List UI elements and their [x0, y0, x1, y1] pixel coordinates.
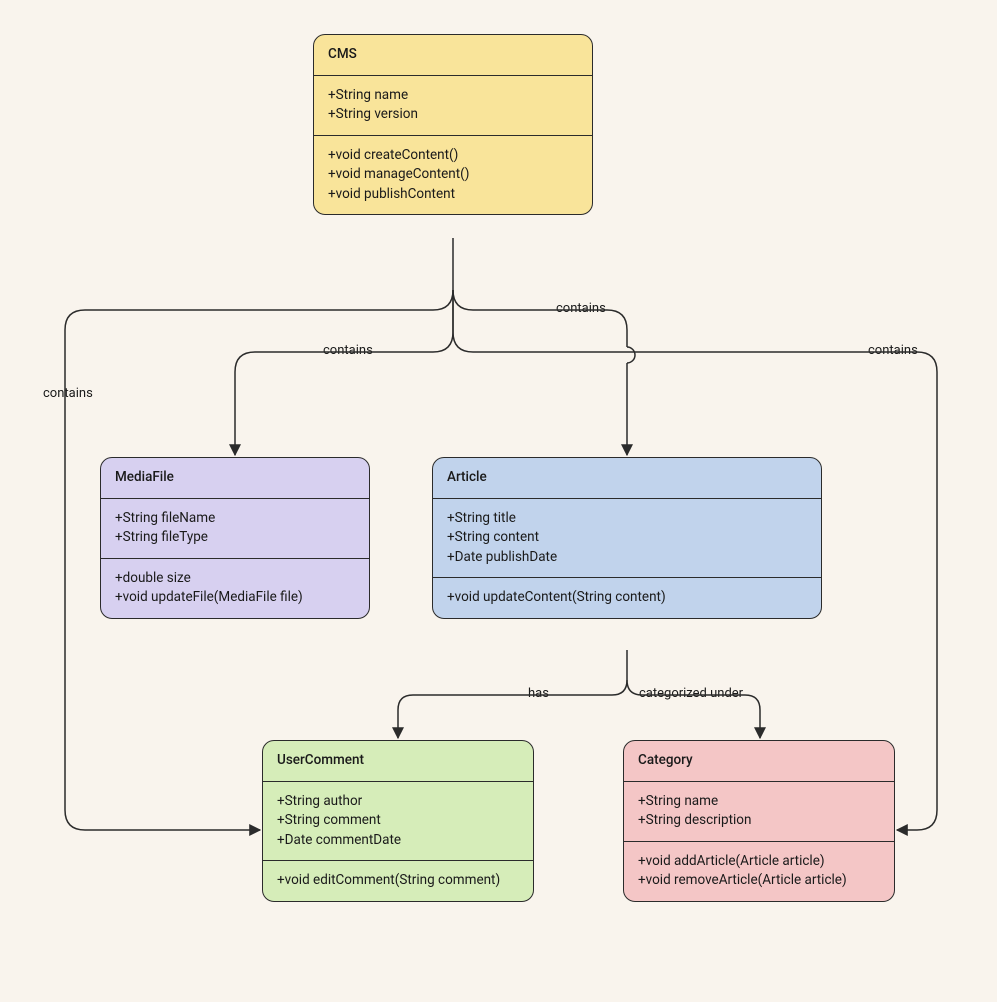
attr: +String version — [328, 105, 578, 125]
class-article: Article +String title +String content +D… — [432, 457, 822, 619]
attr: +String name — [638, 792, 880, 812]
method: +void updateContent(String content) — [447, 588, 807, 608]
class-usercomment-methods: +void editComment(String comment) — [263, 861, 533, 901]
edge-label-cms-category: contains — [865, 343, 921, 358]
attr: +String title — [447, 509, 807, 529]
edge-label-article-category: categorized under — [636, 686, 746, 701]
class-mediafile-methods: +double size +void updateFile(MediaFile … — [101, 559, 369, 618]
attr: +Date publishDate — [447, 548, 807, 568]
class-article-title: Article — [433, 458, 821, 499]
class-mediafile-attrs: +String fileName +String fileType — [101, 499, 369, 559]
class-mediafile-title: MediaFile — [101, 458, 369, 499]
attr: +String content — [447, 528, 807, 548]
edge-label-cms-usercomment: contains — [40, 386, 96, 401]
attr: +Date commentDate — [277, 831, 519, 851]
class-article-methods: +void updateContent(String content) — [433, 578, 821, 618]
attr: +String name — [328, 86, 578, 106]
class-category-attrs: +String name +String description — [624, 782, 894, 842]
class-cms-methods: +void createContent() +void manageConten… — [314, 136, 592, 215]
class-category-methods: +void addArticle(Article article) +void … — [624, 842, 894, 901]
class-mediafile: MediaFile +String fileName +String fileT… — [100, 457, 370, 619]
class-cms-attrs: +String name +String version — [314, 76, 592, 136]
class-usercomment-title: UserComment — [263, 741, 533, 782]
class-cms: CMS +String name +String version +void c… — [313, 34, 593, 215]
class-category-title: Category — [624, 741, 894, 782]
edge-label-cms-mediafile: contains — [320, 343, 376, 358]
method: +void addArticle(Article article) — [638, 852, 880, 872]
class-category: Category +String name +String descriptio… — [623, 740, 895, 902]
method: +void removeArticle(Article article) — [638, 871, 880, 891]
class-article-attrs: +String title +String content +Date publ… — [433, 499, 821, 579]
attr: +String fileType — [115, 528, 355, 548]
attr: +String fileName — [115, 509, 355, 529]
edge-label-cms-article: contains — [553, 301, 609, 316]
method: +double size — [115, 569, 355, 589]
attr: +String author — [277, 792, 519, 812]
class-usercomment-attrs: +String author +String comment +Date com… — [263, 782, 533, 862]
method: +void editComment(String comment) — [277, 871, 519, 891]
edge-label-article-usercomment: has — [525, 686, 552, 701]
attr: +String comment — [277, 811, 519, 831]
method: +void manageContent() — [328, 165, 578, 185]
class-cms-title: CMS — [314, 35, 592, 76]
method: +void publishContent — [328, 185, 578, 205]
method: +void createContent() — [328, 146, 578, 166]
class-usercomment: UserComment +String author +String comme… — [262, 740, 534, 902]
attr: +String description — [638, 811, 880, 831]
method: +void updateFile(MediaFile file) — [115, 588, 355, 608]
